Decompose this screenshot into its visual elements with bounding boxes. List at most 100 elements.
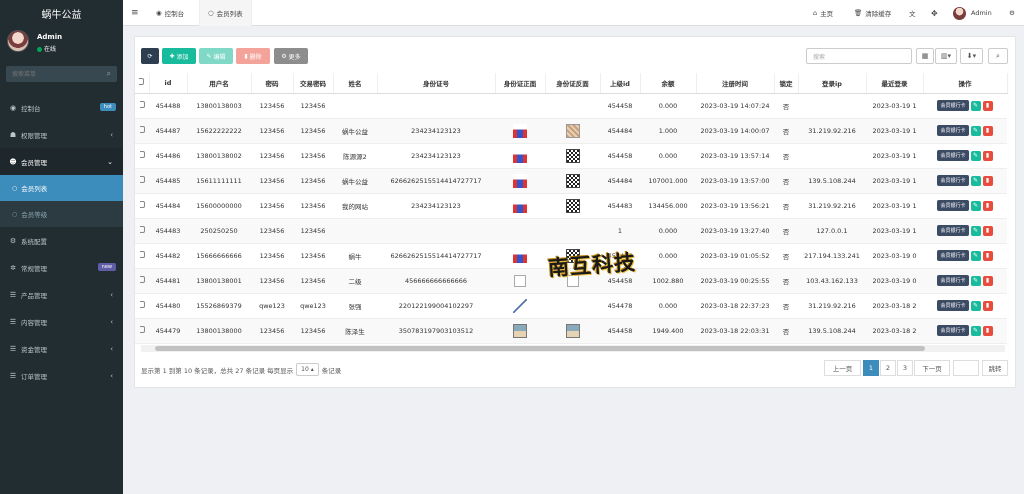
refresh-button[interactable]: ⟳: [141, 48, 159, 64]
row-edit-button[interactable]: ✎: [970, 225, 981, 236]
tab-member-list[interactable]: ○ 会员列表: [199, 0, 252, 26]
horizontal-scrollbar[interactable]: [141, 345, 1005, 352]
column-header[interactable]: id: [149, 73, 188, 94]
add-button[interactable]: ✚ 添加: [162, 48, 196, 64]
row-delete-button[interactable]: ▮: [982, 275, 993, 286]
column-header[interactable]: 注册时间: [696, 73, 775, 94]
id-card-thumbnail[interactable]: [565, 173, 580, 188]
prev-page-button[interactable]: 上一页: [824, 360, 861, 376]
id-card-thumbnail[interactable]: [514, 274, 526, 287]
sidebar-item-products[interactable]: ☰ 产品管理 ‹: [0, 281, 123, 308]
id-card-thumbnail[interactable]: [565, 198, 580, 213]
bank-card-button[interactable]: 会员银行卡: [937, 225, 969, 236]
row-checkbox[interactable]: [135, 293, 149, 319]
sidebar-item-orders[interactable]: ☰ 订单管理 ‹: [0, 362, 123, 389]
settings-gear-icon[interactable]: ⚙: [1009, 0, 1015, 26]
row-checkbox[interactable]: [135, 93, 149, 119]
table-row[interactable]: 454487 15622222222 123456 123456 蜗牛公益 2342341…: [135, 118, 1007, 144]
search-toggle-button[interactable]: ⌕: [988, 48, 1008, 64]
bank-card-button[interactable]: 会员银行卡: [937, 100, 969, 111]
clear-cache-button[interactable]: 🗑 清除缓存: [854, 0, 891, 26]
id-card-thumbnail[interactable]: [513, 123, 527, 138]
bank-card-button[interactable]: 会员银行卡: [937, 300, 969, 311]
column-header[interactable]: 身份证反面: [545, 73, 601, 94]
column-header[interactable]: 姓名: [333, 73, 378, 94]
jump-page-input[interactable]: [953, 360, 979, 376]
tab-dashboard[interactable]: ◉ 控制台: [156, 0, 184, 26]
sidebar-item-member-list[interactable]: ○ 会员列表: [0, 175, 123, 201]
row-edit-button[interactable]: ✎: [970, 175, 981, 186]
id-card-thumbnail[interactable]: [565, 123, 580, 138]
page-size-select[interactable]: 10 ▴: [296, 363, 319, 376]
delete-button[interactable]: ▮ 删除: [236, 48, 270, 64]
edit-button[interactable]: ✎ 编辑: [199, 48, 233, 64]
column-header[interactable]: 上级id: [600, 73, 641, 94]
bank-card-button[interactable]: 会员银行卡: [937, 200, 969, 211]
bank-card-button[interactable]: 会员银行卡: [937, 150, 969, 161]
sidebar-item-funds[interactable]: ☰ 资金管理 ‹: [0, 335, 123, 362]
sidebar-search-input[interactable]: [6, 66, 117, 82]
row-checkbox[interactable]: [135, 193, 149, 219]
more-button[interactable]: ⚙ 更多: [274, 48, 308, 64]
id-card-thumbnail[interactable]: [513, 198, 527, 213]
row-delete-button[interactable]: ▮: [982, 225, 993, 236]
bank-card-button[interactable]: 会员银行卡: [937, 325, 969, 336]
row-edit-button[interactable]: ✎: [970, 100, 981, 111]
bank-card-button[interactable]: 会员银行卡: [937, 175, 969, 186]
page-3-button[interactable]: 3: [897, 360, 913, 376]
sidebar-item-member-level[interactable]: ○ 会员等级: [0, 201, 123, 227]
id-card-thumbnail[interactable]: [513, 248, 527, 263]
toggle-view-button[interactable]: ▦: [916, 48, 934, 64]
row-checkbox[interactable]: [135, 268, 149, 294]
sidebar-item-system-config[interactable]: ⚙ 系统配置: [0, 227, 123, 254]
row-edit-button[interactable]: ✎: [970, 250, 981, 261]
page-2-button[interactable]: 2: [880, 360, 896, 376]
table-row[interactable]: 454488 13800138003 123456 123456 454458 0.000…: [135, 93, 1007, 119]
row-checkbox[interactable]: [135, 218, 149, 244]
row-edit-button[interactable]: ✎: [970, 200, 981, 211]
id-card-thumbnail[interactable]: [513, 323, 527, 338]
column-header[interactable]: 锁定: [774, 73, 799, 94]
sidebar-item-content[interactable]: ☰ 内容管理 ‹: [0, 308, 123, 335]
columns-button[interactable]: ▥▾: [935, 48, 957, 64]
column-header[interactable]: 身份证号: [377, 73, 496, 94]
column-header[interactable]: 身份证正面: [495, 73, 546, 94]
id-card-thumbnail[interactable]: [565, 148, 580, 163]
menu-toggle-icon[interactable]: ≡: [131, 0, 139, 26]
sidebar-item-permissions[interactable]: ☗ 权限管理 ‹: [0, 121, 123, 148]
row-delete-button[interactable]: ▮: [982, 325, 993, 336]
bank-card-button[interactable]: 会员银行卡: [937, 275, 969, 286]
sidebar-item-general[interactable]: ✲ 常规管理 new: [0, 254, 123, 281]
table-row[interactable]: 454479 13800138000 123456 123456 陈泽生 35078319…: [135, 318, 1007, 344]
row-checkbox[interactable]: [135, 243, 149, 269]
column-header[interactable]: 登录ip: [798, 73, 867, 94]
sidebar-item-dashboard[interactable]: ◉ 控制台 hot: [0, 94, 123, 121]
bank-card-button[interactable]: 会员银行卡: [937, 125, 969, 136]
id-card-thumbnail[interactable]: [513, 173, 527, 188]
scrollbar-thumb[interactable]: [155, 346, 925, 351]
row-delete-button[interactable]: ▮: [982, 200, 993, 211]
export-button[interactable]: ⬇▾: [960, 48, 983, 64]
column-header[interactable]: 余额: [640, 73, 697, 94]
bank-card-button[interactable]: 会员银行卡: [937, 250, 969, 261]
id-card-thumbnail[interactable]: [513, 148, 527, 163]
row-delete-button[interactable]: ▮: [982, 300, 993, 311]
table-row[interactable]: 454480 15526869379 qwe123 qwe123 张强 220122199…: [135, 293, 1007, 319]
jump-button[interactable]: 跳转: [982, 360, 1008, 376]
table-row[interactable]: 454483 250250250 123456 123456 1 0.000 2023-03…: [135, 218, 1007, 244]
id-card-thumbnail[interactable]: [565, 323, 580, 338]
column-header[interactable]: 最近登录: [866, 73, 924, 94]
search-icon[interactable]: ⌕: [107, 69, 111, 79]
row-checkbox[interactable]: [135, 118, 149, 144]
table-row[interactable]: 454486 13800138002 123456 123456 陈源源2 2342341…: [135, 143, 1007, 169]
translate-icon[interactable]: 文: [909, 0, 916, 26]
row-edit-button[interactable]: ✎: [970, 150, 981, 161]
row-delete-button[interactable]: ▮: [982, 250, 993, 261]
fullscreen-icon[interactable]: ✥: [931, 0, 938, 26]
topbar-user[interactable]: Admin: [953, 0, 992, 26]
row-edit-button[interactable]: ✎: [970, 325, 981, 336]
row-delete-button[interactable]: ▮: [982, 125, 993, 136]
row-edit-button[interactable]: ✎: [970, 125, 981, 136]
row-checkbox[interactable]: [135, 168, 149, 194]
select-all-checkbox[interactable]: [135, 73, 150, 94]
